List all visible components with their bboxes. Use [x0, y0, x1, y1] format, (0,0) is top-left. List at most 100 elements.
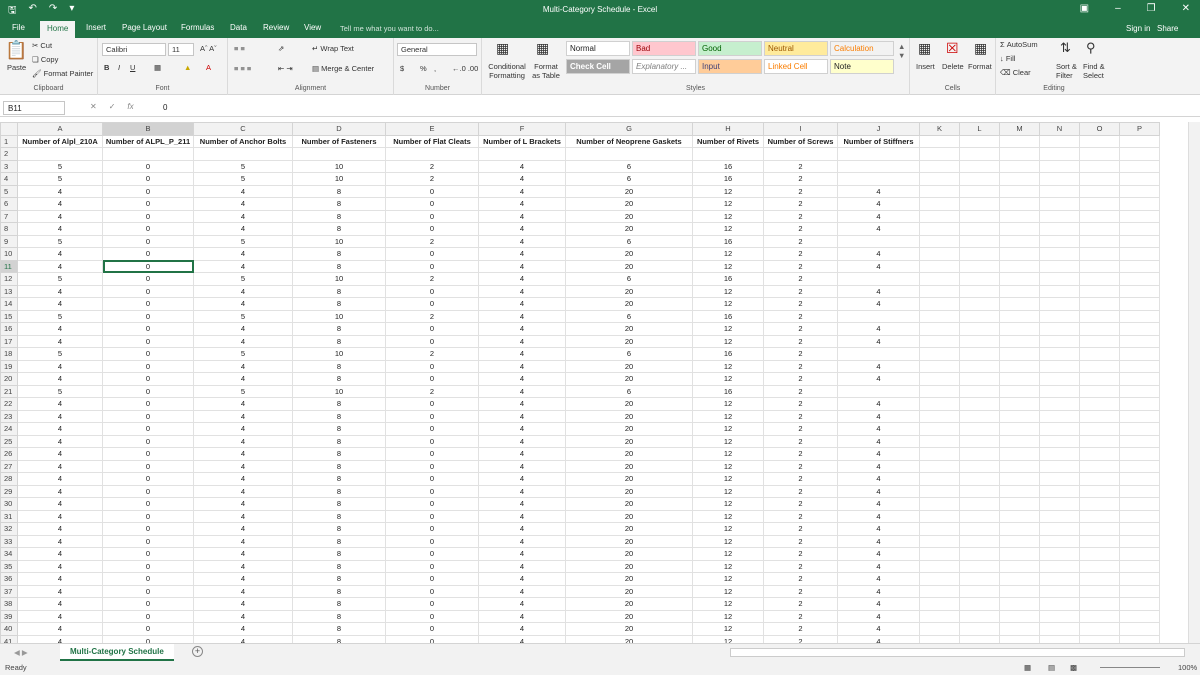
cell[interactable]: [1119, 547, 1160, 561]
cell[interactable]: [1119, 384, 1160, 398]
cell[interactable]: 4: [193, 509, 293, 523]
cell[interactable]: [1079, 484, 1120, 498]
underline-icon[interactable]: U: [130, 63, 135, 72]
cell[interactable]: 2: [763, 184, 838, 198]
vertical-scrollbar[interactable]: [1188, 122, 1200, 643]
cell[interactable]: [919, 547, 960, 561]
row-header[interactable]: 12: [0, 272, 18, 286]
column-header[interactable]: J: [837, 122, 920, 136]
cell[interactable]: 2: [763, 284, 838, 298]
cell[interactable]: [1079, 297, 1120, 311]
delete-cells-button[interactable]: Delete: [942, 62, 964, 71]
style-calculation[interactable]: Calculation: [830, 41, 894, 56]
cell[interactable]: 4: [17, 222, 103, 236]
cell[interactable]: [1079, 622, 1120, 636]
cell[interactable]: 0: [102, 259, 194, 273]
cell[interactable]: 4: [17, 422, 103, 436]
row-header[interactable]: 7: [0, 209, 18, 223]
cell[interactable]: 4: [17, 409, 103, 423]
cell[interactable]: [959, 622, 1000, 636]
cell[interactable]: 4: [837, 209, 920, 223]
cell[interactable]: 6: [565, 172, 693, 186]
cell[interactable]: 8: [292, 284, 386, 298]
cell[interactable]: [999, 572, 1040, 586]
align-top-icon[interactable]: ≡ ≡: [234, 44, 245, 53]
cell[interactable]: [1079, 397, 1120, 411]
cell[interactable]: [837, 309, 920, 323]
cell[interactable]: [919, 222, 960, 236]
cell[interactable]: [1079, 559, 1120, 573]
cell[interactable]: 20: [565, 209, 693, 223]
cell[interactable]: [999, 609, 1040, 623]
cell[interactable]: 6: [565, 272, 693, 286]
cell[interactable]: 2: [763, 509, 838, 523]
cell[interactable]: [1039, 622, 1080, 636]
cell[interactable]: 0: [102, 547, 194, 561]
cell[interactable]: [1079, 347, 1120, 361]
cell[interactable]: [1079, 172, 1120, 186]
cell[interactable]: 12: [692, 222, 764, 236]
cell[interactable]: [919, 172, 960, 186]
cell[interactable]: [837, 147, 920, 161]
row-header[interactable]: 2: [0, 147, 18, 161]
cell[interactable]: [1039, 222, 1080, 236]
cell[interactable]: Number of Anchor Bolts: [193, 134, 293, 148]
cell[interactable]: 4: [837, 584, 920, 598]
row-header[interactable]: 20: [0, 372, 18, 386]
cell[interactable]: 0: [102, 197, 194, 211]
cell[interactable]: [999, 584, 1040, 598]
cell[interactable]: [919, 384, 960, 398]
cell[interactable]: [999, 284, 1040, 298]
cell[interactable]: 4: [193, 634, 293, 643]
style-normal[interactable]: Normal: [566, 41, 630, 56]
cell[interactable]: [1039, 334, 1080, 348]
cell[interactable]: 2: [763, 247, 838, 261]
cell[interactable]: 20: [565, 634, 693, 643]
cell[interactable]: 4: [837, 459, 920, 473]
cell[interactable]: [1119, 484, 1160, 498]
cell[interactable]: 20: [565, 322, 693, 336]
cell[interactable]: 2: [763, 384, 838, 398]
cell[interactable]: [1079, 184, 1120, 198]
cell[interactable]: [837, 272, 920, 286]
cell[interactable]: [837, 384, 920, 398]
column-header[interactable]: B: [102, 122, 194, 136]
decimal-icon[interactable]: ←.0 .00: [452, 64, 478, 73]
cell[interactable]: [102, 147, 194, 161]
cell[interactable]: [959, 284, 1000, 298]
cell[interactable]: 0: [385, 284, 479, 298]
cell[interactable]: 20: [565, 222, 693, 236]
cell[interactable]: 4: [193, 434, 293, 448]
cell[interactable]: 4: [193, 459, 293, 473]
format-table-icon[interactable]: ▦: [536, 40, 549, 57]
cell[interactable]: Number of Flat Cleats: [385, 134, 479, 148]
cell[interactable]: [1079, 159, 1120, 173]
formula-input[interactable]: 0: [163, 103, 167, 112]
cell[interactable]: 4: [837, 297, 920, 311]
cell[interactable]: 2: [763, 547, 838, 561]
cell[interactable]: 12: [692, 447, 764, 461]
column-header[interactable]: A: [17, 122, 103, 136]
cell[interactable]: 5: [193, 172, 293, 186]
cell[interactable]: [919, 572, 960, 586]
cell[interactable]: 4: [478, 459, 566, 473]
insert-cells-button[interactable]: Insert: [916, 62, 935, 71]
cell[interactable]: [919, 597, 960, 611]
cell[interactable]: [919, 322, 960, 336]
cell[interactable]: [1119, 372, 1160, 386]
cell[interactable]: 20: [565, 534, 693, 548]
cell[interactable]: 20: [565, 559, 693, 573]
cell[interactable]: 0: [102, 297, 194, 311]
cell[interactable]: 12: [692, 634, 764, 643]
row-header[interactable]: 22: [0, 397, 18, 411]
cell[interactable]: [1039, 397, 1080, 411]
row-header[interactable]: 34: [0, 547, 18, 561]
cell[interactable]: 0: [385, 334, 479, 348]
cell[interactable]: 10: [292, 309, 386, 323]
cell[interactable]: 4: [837, 247, 920, 261]
cell[interactable]: [1119, 234, 1160, 248]
indent-icon[interactable]: ⇤ ⇥: [278, 64, 293, 73]
cell[interactable]: 20: [565, 184, 693, 198]
cell[interactable]: [959, 447, 1000, 461]
cell[interactable]: [692, 147, 764, 161]
